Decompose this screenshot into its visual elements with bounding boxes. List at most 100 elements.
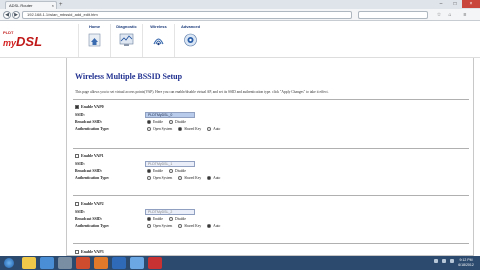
ssid-row: SSID: PLDTMyDSL_1 — [75, 161, 465, 168]
page-description: This page allows you to set virtual acce… — [75, 90, 329, 94]
address-bar[interactable]: 192.168.1.1/wlan_mbssid_add_edit.htm — [22, 11, 352, 19]
maximize-button[interactable]: □ — [448, 0, 462, 8]
auth-label: Authentication Type: — [75, 176, 110, 180]
wireless-icon — [153, 38, 164, 46]
vap-enable[interactable]: Enable VAP0 — [75, 104, 104, 109]
auth-open-radio[interactable]: Open System — [147, 224, 172, 228]
home-icon[interactable]: ⌂ — [447, 12, 453, 18]
ssid-label: SSID: — [75, 162, 85, 166]
tab-close-icon[interactable]: × — [52, 2, 54, 9]
router-nav: Home Diagnostic Wireless Advanced — [78, 24, 206, 57]
explorer-taskbar-icon[interactable] — [22, 257, 36, 269]
auth-row: Authentication Type: Open System Shared … — [75, 176, 465, 182]
vap-block: Enable VAP0 SSID: PLDTMyDSL_0 Broadcast … — [75, 104, 465, 154]
ssid-input[interactable]: PLDTMyDSL_1 — [145, 161, 195, 167]
divider — [73, 148, 469, 149]
divider — [73, 99, 469, 100]
browser-nav-bar: ◀ ▶ 192.168.1.1/wlan_mbssid_add_edit.htm… — [0, 9, 480, 21]
browser-tab-bar: ADSL Router × + – □ × — [0, 0, 480, 9]
app-taskbar-icon[interactable] — [112, 257, 126, 269]
broadcast-row: Broadcast SSID: Enable Disable — [75, 120, 465, 126]
broadcast-disable-radio[interactable]: Disable — [168, 217, 186, 221]
system-tray — [430, 259, 454, 263]
nav-diagnostic[interactable]: Diagnostic — [110, 24, 142, 57]
app-taskbar-icon[interactable] — [148, 257, 162, 269]
ssid-row: SSID: PLDTMyDSL_0 — [75, 112, 465, 119]
ie-taskbar-icon[interactable] — [40, 257, 54, 269]
auth-auto-radio[interactable]: Auto — [207, 224, 220, 228]
vap-enable[interactable]: Enable VAP2 — [75, 201, 104, 206]
broadcast-enable-radio[interactable]: Enable — [147, 217, 163, 221]
chrome-taskbar-icon[interactable] — [76, 257, 90, 269]
broadcast-enable-radio[interactable]: Enable — [147, 169, 163, 173]
ssid-row: SSID: PLDTMyDSL_2 — [75, 209, 465, 216]
close-window-button[interactable]: × — [462, 0, 480, 8]
divider — [73, 243, 469, 244]
broadcast-label: Broadcast SSID: — [75, 169, 103, 173]
vap-enable-checkbox[interactable] — [75, 201, 79, 206]
page-title: Wireless Multiple BSSID Setup — [75, 72, 183, 81]
vap-block: Enable VAP3 — [75, 249, 465, 255]
auth-label: Authentication Type: — [75, 127, 110, 131]
auth-label: Authentication Type: — [75, 224, 110, 228]
ssid-label: SSID: — [75, 113, 85, 117]
auth-shared-radio[interactable]: Shared Key — [178, 127, 201, 131]
minimize-button[interactable]: – — [434, 0, 448, 8]
auth-open-radio[interactable]: Open System — [147, 176, 172, 180]
nav-diagnostic-label: Diagnostic — [116, 24, 137, 29]
volume-icon[interactable] — [450, 259, 454, 263]
vap-enable-checkbox[interactable] — [75, 104, 79, 109]
auth-auto-radio[interactable]: Auto — [207, 127, 220, 131]
tray-icon[interactable] — [442, 259, 446, 263]
divider — [73, 195, 469, 196]
nav-home[interactable]: Home — [78, 24, 110, 57]
logo-dsl: DSL — [16, 34, 43, 49]
nav-wireless-label: Wireless — [150, 24, 167, 29]
browser-tab[interactable]: ADSL Router × — [5, 1, 57, 9]
advanced-icon — [184, 33, 197, 47]
firefox-taskbar-icon[interactable] — [94, 257, 108, 269]
back-icon[interactable]: ◀ — [3, 11, 11, 19]
forward-icon[interactable]: ▶ — [12, 11, 20, 19]
nav-advanced-label: Advanced — [180, 24, 201, 29]
ssid-input[interactable]: PLDTMyDSL_0 — [145, 112, 195, 118]
broadcast-enable-radio[interactable]: Enable — [147, 120, 163, 124]
auth-shared-radio[interactable]: Shared Key — [178, 176, 201, 180]
new-tab-button[interactable]: + — [59, 2, 63, 8]
search-input[interactable] — [358, 11, 428, 19]
vap-enable[interactable]: Enable VAP1 — [75, 153, 104, 158]
tray-icon[interactable] — [434, 259, 438, 263]
broadcast-row: Broadcast SSID: Enable Disable — [75, 169, 465, 175]
app-taskbar-icon[interactable] — [130, 257, 144, 269]
broadcast-label: Broadcast SSID: — [75, 120, 103, 124]
auth-shared-radio[interactable]: Shared Key — [178, 224, 201, 228]
vap-enable-label: Enable VAP0 — [81, 104, 104, 109]
vap-enable[interactable]: Enable VAP3 — [75, 249, 104, 254]
router-header: PLDT myDSL Home Diagnostic Wireless Adva… — [0, 22, 480, 58]
ssid-label: SSID: — [75, 210, 85, 214]
taskbar-clock[interactable]: 9:12 PM 6/18/2012 — [456, 258, 476, 268]
auth-open-radio[interactable]: Open System — [147, 127, 172, 131]
nav-advanced[interactable]: Advanced — [174, 24, 206, 57]
nav-wireless[interactable]: Wireless — [142, 24, 174, 57]
media-taskbar-icon[interactable] — [58, 257, 72, 269]
broadcast-disable-radio[interactable]: Disable — [168, 169, 186, 173]
vap-enable-checkbox[interactable] — [75, 153, 79, 158]
logo-my: my — [3, 38, 17, 48]
ssid-input[interactable]: PLDTMyDSL_2 — [145, 209, 195, 215]
broadcast-disable-radio[interactable]: Disable — [168, 120, 186, 124]
vap-enable-label: Enable VAP1 — [81, 153, 104, 158]
bookmark-star-icon[interactable]: ☆ — [436, 12, 442, 18]
tab-title: ADSL Router — [9, 3, 33, 8]
vap-enable-label: Enable VAP3 — [81, 249, 104, 254]
window-controls: – □ × — [434, 0, 480, 8]
main-content: Wireless Multiple BSSID Setup This page … — [66, 58, 474, 256]
vap-enable-label: Enable VAP2 — [81, 201, 104, 206]
auth-auto-radio[interactable]: Auto — [207, 176, 220, 180]
clock-date: 6/18/2012 — [458, 263, 474, 267]
pldt-mydsl-logo: PLDT myDSL — [3, 30, 63, 56]
start-button[interactable] — [4, 258, 14, 268]
auth-row: Authentication Type: Open System Shared … — [75, 127, 465, 133]
vap-enable-checkbox[interactable] — [75, 249, 79, 254]
menu-icon[interactable]: ≡ — [462, 12, 468, 18]
